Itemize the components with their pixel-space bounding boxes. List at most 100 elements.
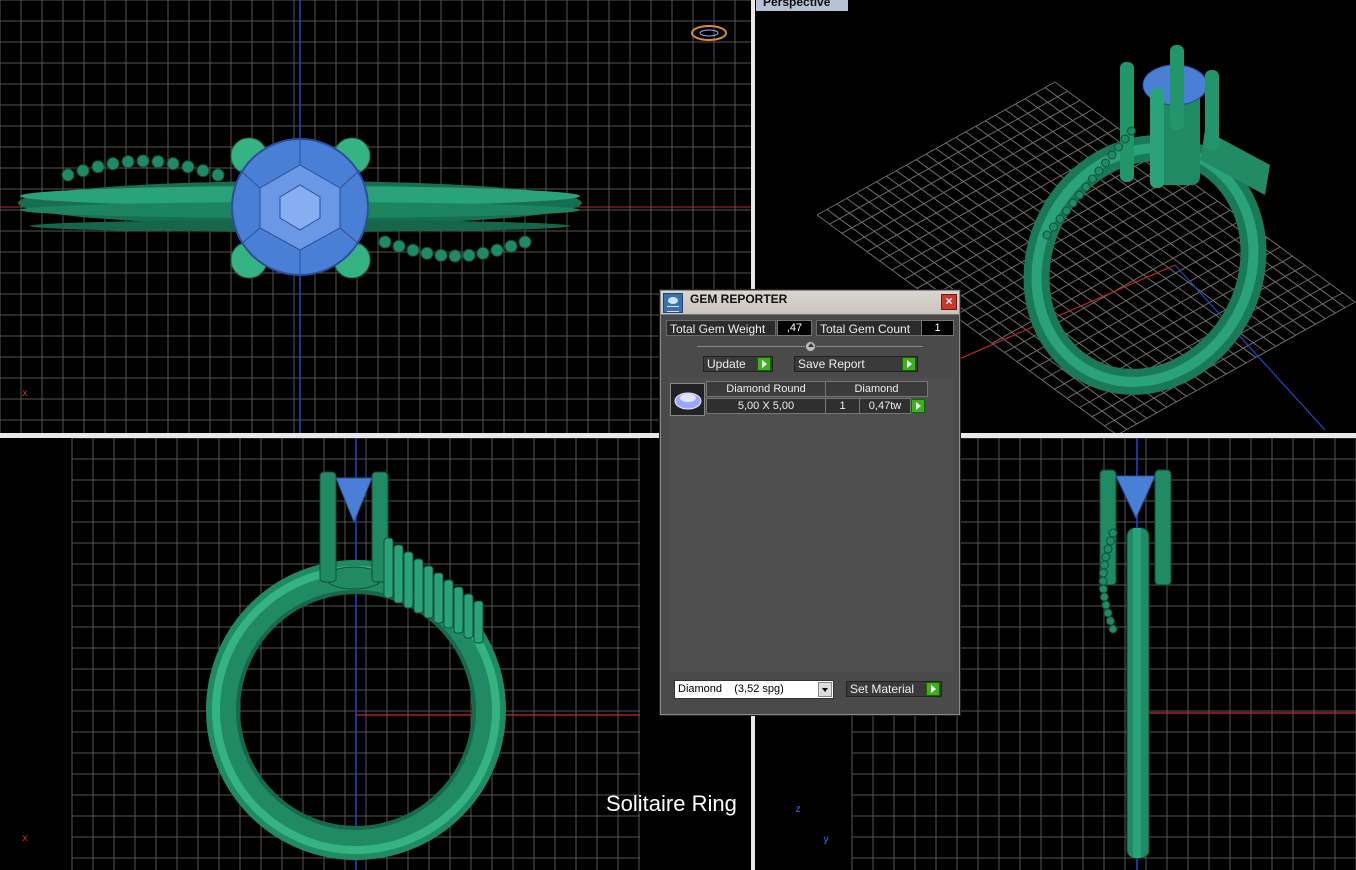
pave-bead (392, 239, 406, 253)
pave-bead (121, 155, 135, 169)
chevron-down-icon[interactable] (818, 682, 832, 697)
pave-bead (91, 160, 105, 174)
pave-bead (1105, 536, 1115, 546)
pave-bead (1098, 584, 1108, 594)
shank-ridge (423, 565, 434, 619)
set-material-label: Set Material (850, 682, 915, 696)
pave-bead (1094, 166, 1104, 176)
pave-bead (1088, 174, 1097, 184)
pave-bead (462, 248, 476, 262)
shank-ridge (473, 600, 484, 644)
pave-bead (1108, 624, 1118, 634)
pave-bead (476, 246, 490, 260)
design-caption: Solitaire Ring (606, 791, 737, 816)
pave-bead (1062, 206, 1071, 216)
axis-z-label: z (795, 804, 802, 815)
save-report-button[interactable]: Save Report (794, 356, 918, 372)
pave-bead (406, 243, 420, 257)
pave-bead (1101, 600, 1111, 610)
pave-bead (1098, 576, 1108, 586)
shank-ridge (413, 558, 424, 614)
pave-bead (1099, 560, 1109, 570)
update-label: Update (707, 357, 746, 371)
pave-bead (1099, 592, 1109, 602)
perspective-label: Perspective (756, 0, 848, 11)
pave-bead (106, 157, 120, 171)
pave-bead (448, 249, 462, 263)
pave-bead (1103, 544, 1113, 554)
pave-bead (504, 239, 518, 253)
shank-ridge (383, 537, 394, 599)
pave-bead (1055, 214, 1065, 224)
shank-ridge (433, 572, 444, 624)
pave-bead (1107, 150, 1117, 160)
pave-bead (420, 246, 434, 260)
pave-bead (1081, 182, 1091, 192)
pave-bead (1127, 126, 1136, 136)
shank-ridge (393, 544, 404, 604)
material-select-value: Diamond (3,52 spg) (678, 683, 784, 695)
ring-perspective (1023, 45, 1270, 395)
play-arrow-icon (926, 682, 940, 696)
pave-bead (1105, 616, 1115, 626)
pave-bead (1042, 230, 1052, 240)
gem-reporter-dialog: GEM REPORTER × Total Gem Weight ,47 Tota… (660, 290, 960, 715)
pave-bead (76, 164, 90, 178)
pave-bead (434, 248, 448, 262)
ring-side (1099, 469, 1172, 859)
ring-preview-icon (691, 25, 727, 41)
grid-line (966, 191, 1206, 326)
axis-x-label: x (22, 388, 29, 399)
shank-ridge (463, 593, 474, 639)
total-gem-count-value: 1 (921, 320, 954, 336)
total-gem-weight-value: ,47 (777, 320, 812, 336)
dialog-title: GEM REPORTER (690, 292, 788, 306)
pave-bead (1103, 608, 1113, 618)
save-report-label: Save Report (798, 357, 865, 371)
update-button[interactable]: Update (703, 356, 773, 372)
gem-thumbnail[interactable] (670, 383, 705, 416)
dialog-titlebar[interactable]: GEM REPORTER × (661, 291, 959, 315)
gem-row-arrow-icon[interactable] (911, 399, 925, 413)
pave-bead (378, 235, 392, 249)
pave-bead (166, 157, 180, 171)
pave-bead (151, 155, 165, 169)
shank-ridge (443, 579, 454, 629)
gem-material-cell: Diamond (825, 381, 928, 397)
gem-weight-cell: 0,47tw (859, 398, 911, 414)
gem-reporter-icon (663, 293, 683, 313)
pave-bead (1068, 198, 1078, 208)
pave-bead (181, 160, 195, 174)
pave-bead (1120, 134, 1130, 144)
pave-bead (1098, 568, 1108, 578)
top-viewport[interactable]: x (0, 0, 751, 433)
grid-line (1104, 292, 1343, 427)
gem-shape-cell: Diamond Round (706, 381, 826, 397)
play-arrow-icon (757, 357, 771, 371)
splitter-handle[interactable] (805, 341, 816, 352)
total-gem-count-label: Total Gem Count (816, 320, 922, 336)
axis-y-label: y (823, 834, 830, 845)
pave-bead (136, 154, 150, 168)
grid-line (979, 200, 1218, 335)
material-select[interactable]: Diamond (3,52 spg) (674, 680, 834, 699)
pave-bead (1075, 190, 1084, 200)
shank-ridge (453, 586, 464, 634)
set-material-button[interactable]: Set Material (846, 681, 942, 697)
top-view-canvas (0, 0, 751, 433)
round-diamond-icon (674, 392, 702, 410)
pave-bead (1049, 222, 1058, 232)
axis-x-label-front: x (22, 833, 29, 844)
pave-bead (61, 168, 75, 182)
pave-bead (1101, 158, 1110, 168)
gem-list[interactable] (669, 378, 953, 672)
pave-bead (1108, 528, 1118, 538)
gem-count-cell: 1 (825, 398, 860, 414)
close-button[interactable]: × (941, 294, 957, 310)
shank-ridge (403, 551, 414, 609)
gem-size-cell: 5,00 X 5,00 (706, 398, 826, 414)
pave-bead (1101, 552, 1111, 562)
play-arrow-icon (902, 357, 916, 371)
pave-bead (211, 168, 225, 182)
pave-bead (518, 235, 532, 249)
